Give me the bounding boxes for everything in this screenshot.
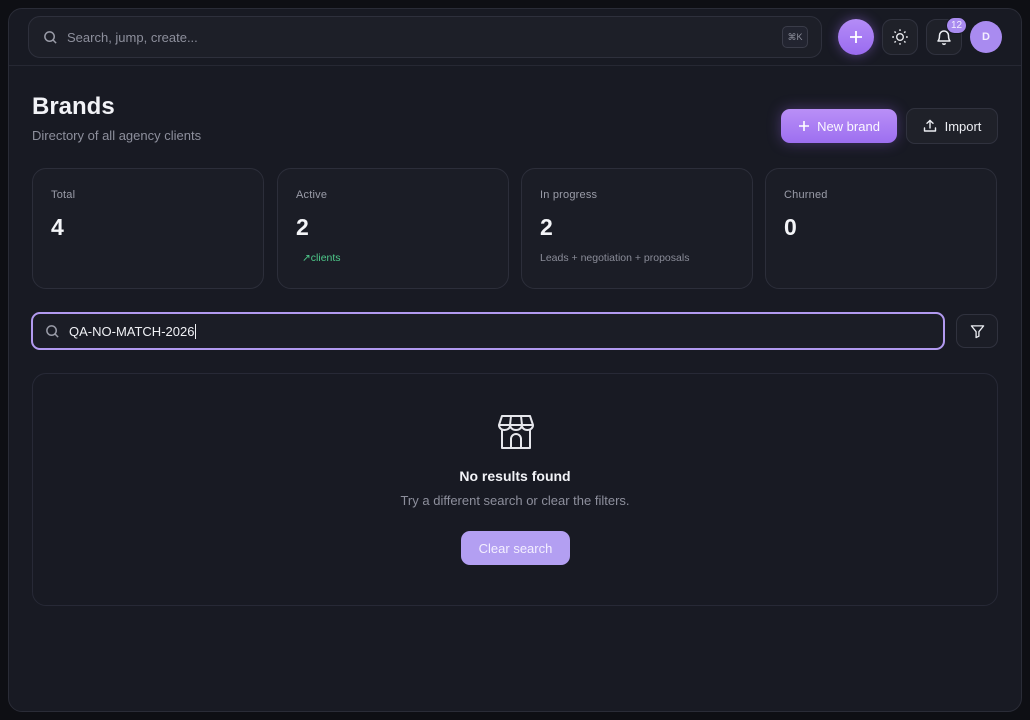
import-button[interactable]: Import — [906, 108, 998, 144]
sun-icon — [892, 29, 908, 45]
empty-state-title: No results found — [459, 468, 571, 484]
stat-value: 2 — [540, 214, 553, 240]
page-title: Brands — [32, 93, 115, 120]
stat-label: Active — [296, 189, 328, 201]
empty-state-panel: No results found Try a different search … — [32, 373, 998, 606]
stat-card-active: Active 2 ↗clients — [277, 168, 509, 289]
notification-count-badge: 12 — [946, 17, 968, 34]
text-caret — [195, 324, 197, 339]
filter-button[interactable] — [956, 314, 998, 348]
import-label: Import — [944, 118, 982, 134]
stat-label: Churned — [784, 189, 828, 201]
theme-toggle-button[interactable] — [882, 19, 918, 55]
command-search-placeholder: Search, jump, create... — [67, 30, 198, 45]
new-brand-label: New brand — [817, 118, 880, 134]
clear-search-button[interactable]: Clear search — [461, 531, 570, 565]
filter-icon — [970, 324, 984, 338]
stat-card-churned: Churned 0 — [765, 168, 997, 289]
brand-search-input[interactable]: QA-NO-MATCH-2026 — [31, 312, 945, 350]
stat-trend-note: ↗clients — [302, 252, 341, 264]
stat-label: In progress — [540, 189, 598, 201]
quick-create-button[interactable] — [838, 19, 874, 55]
stat-label: Total — [51, 189, 76, 201]
stat-value: 0 — [784, 214, 797, 240]
stat-card-total: Total 4 — [32, 168, 264, 289]
brand-search-value: QA-NO-MATCH-2026 — [69, 324, 195, 339]
user-avatar[interactable]: D — [970, 21, 1002, 53]
plus-icon — [850, 31, 862, 43]
store-icon — [498, 415, 534, 449]
command-search-bar[interactable]: Search, jump, create... ⌘K — [28, 16, 822, 58]
stat-note: Leads + negotiation + proposals — [540, 252, 690, 264]
stat-value: 4 — [51, 214, 64, 240]
shortcut-hint: ⌘K — [782, 26, 808, 48]
page-subtitle: Directory of all agency clients — [32, 128, 202, 143]
empty-state-subtitle: Try a different search or clear the filt… — [400, 493, 630, 508]
app-window: Search, jump, create... ⌘K 12 D Brands D… — [8, 8, 1022, 712]
search-icon — [44, 31, 57, 44]
stat-value: 2 — [296, 214, 309, 240]
top-bar: Search, jump, create... ⌘K 12 D — [9, 9, 1021, 66]
upload-icon — [923, 119, 936, 132]
plus-icon — [799, 121, 810, 131]
search-icon — [46, 325, 59, 338]
stat-card-in-progress: In progress 2 Leads + negotiation + prop… — [521, 168, 753, 289]
new-brand-button[interactable]: New brand — [781, 109, 897, 143]
